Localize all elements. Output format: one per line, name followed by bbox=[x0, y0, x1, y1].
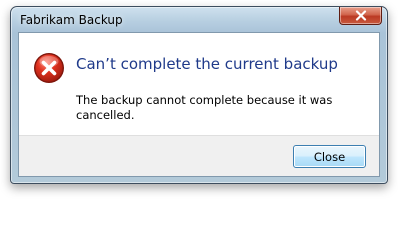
title-bar[interactable]: Fabrikam Backup bbox=[11, 7, 387, 33]
close-button[interactable]: Close bbox=[293, 145, 366, 168]
dialog-heading: Can’t complete the current backup bbox=[76, 55, 338, 73]
window-title: Fabrikam Backup bbox=[20, 13, 123, 27]
dialog-client-area: Can’t complete the current backup The ba… bbox=[18, 32, 380, 177]
dialog-message: The backup cannot complete because it wa… bbox=[76, 93, 333, 122]
dialog-window: Fabrikam Backup Can’t complete the curre… bbox=[10, 6, 388, 184]
dialog-footer: Close bbox=[19, 135, 379, 176]
close-icon bbox=[355, 10, 366, 21]
stage: Fabrikam Backup Can’t complete the curre… bbox=[0, 0, 398, 200]
title-close-button[interactable] bbox=[339, 7, 382, 25]
error-icon bbox=[34, 53, 64, 83]
content-area: Can’t complete the current backup The ba… bbox=[19, 33, 379, 135]
